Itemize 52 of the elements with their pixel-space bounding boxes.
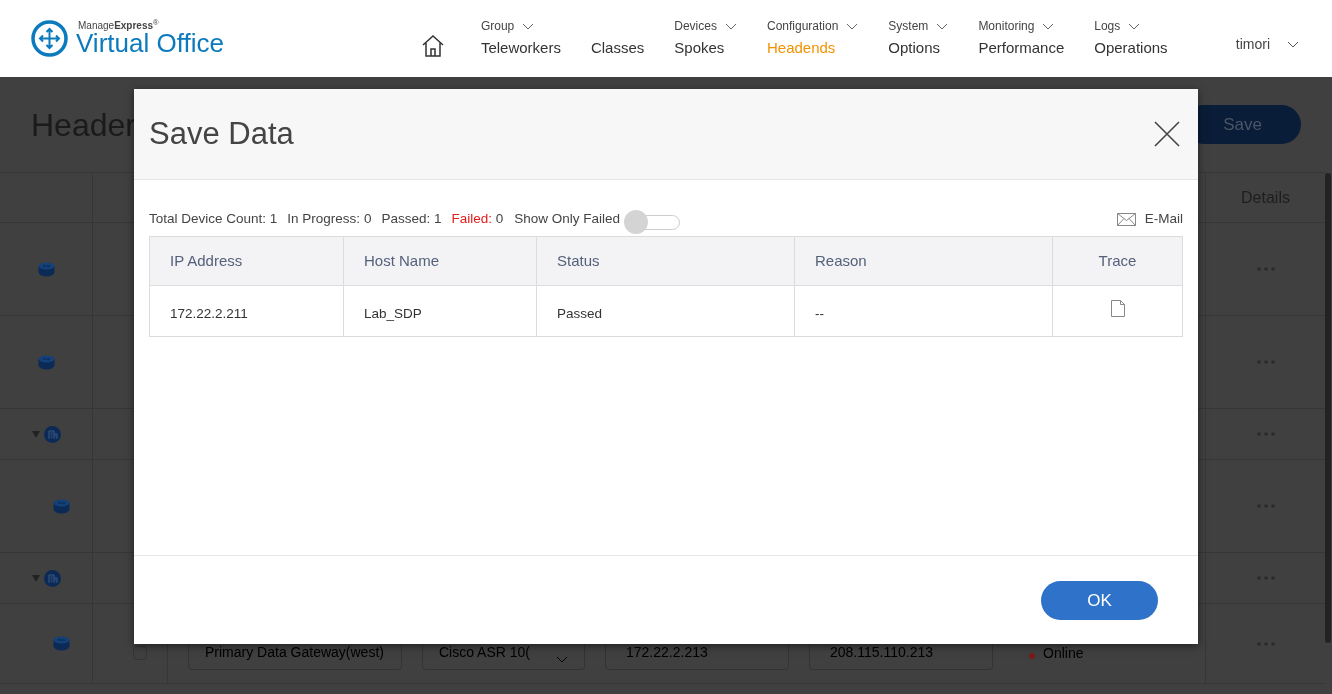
nav-menu[interactable]: System Options: [888, 17, 949, 60]
table-cell-text: Passed: [557, 304, 603, 323]
chevron-down-icon: [724, 22, 737, 30]
chevron-down-icon: [556, 656, 568, 663]
user-menu[interactable]: timori: [1235, 34, 1300, 55]
router-icon: [52, 636, 70, 651]
router-icon: [37, 354, 55, 370]
column-header: Trace: [1098, 250, 1137, 271]
column-header: Host Name: [364, 250, 440, 271]
close-icon[interactable]: [1154, 121, 1180, 147]
nav-menu[interactable]: Configuration Headends: [766, 17, 859, 60]
table-cell-text: 172.22.2.211: [170, 304, 248, 323]
table-cell-text: Lab_SDP: [364, 304, 422, 323]
nav-menu[interactable]: Classes: [590, 17, 645, 60]
product-name: Virtual Office: [76, 30, 224, 56]
stat-text: Total Device Count: 1: [149, 209, 278, 228]
expand-triangle-icon[interactable]: [31, 574, 40, 582]
column-header: IP Address: [170, 250, 243, 271]
home-icon[interactable]: [420, 33, 445, 58]
router-icon: [52, 498, 70, 514]
stat-text: In Progress: 0: [287, 209, 372, 228]
chevron-down-icon: [936, 22, 949, 30]
logo-icon: [31, 20, 68, 57]
nav-menu[interactable]: Logs Operations: [1094, 17, 1168, 60]
mail-icon: [1116, 212, 1136, 226]
chevron-down-icon: [1042, 22, 1055, 30]
scrollbar[interactable]: [1325, 173, 1331, 643]
ok-button[interactable]: OK: [1041, 581, 1158, 620]
email-button[interactable]: E-Mail: [1116, 208, 1183, 230]
document-icon[interactable]: [1110, 299, 1125, 317]
nav-menu[interactable]: Devices Spokes: [674, 17, 737, 60]
table-cell-text: --: [815, 304, 824, 323]
expand-triangle-icon[interactable]: [31, 430, 40, 438]
router-icon: [37, 261, 55, 277]
stat-text: Failed: 0: [451, 209, 504, 228]
stat-text: Passed: 1: [381, 209, 442, 228]
building-icon: [43, 425, 61, 443]
chevron-down-icon: [522, 22, 535, 30]
building-icon: [43, 569, 61, 587]
chevron-down-icon: [846, 22, 859, 30]
nav-menu[interactable]: Group Teleworkers: [480, 17, 561, 60]
column-header: Reason: [815, 250, 867, 271]
chevron-down-icon: [1128, 22, 1141, 30]
dialog-title: Save Data: [149, 114, 294, 153]
nav-menu[interactable]: Monitoring Performance: [978, 17, 1065, 60]
column-header: Status: [557, 250, 600, 271]
brand-text: ManageExpress$^{®}$: [78, 21, 160, 31]
chevron-down-icon: [1286, 41, 1300, 48]
toggle-switch[interactable]: [624, 210, 681, 234]
status-text: Online: [1043, 644, 1084, 663]
toggle-label: Show Only Failed: [514, 209, 621, 228]
row-checkbox[interactable]: [133, 646, 147, 660]
